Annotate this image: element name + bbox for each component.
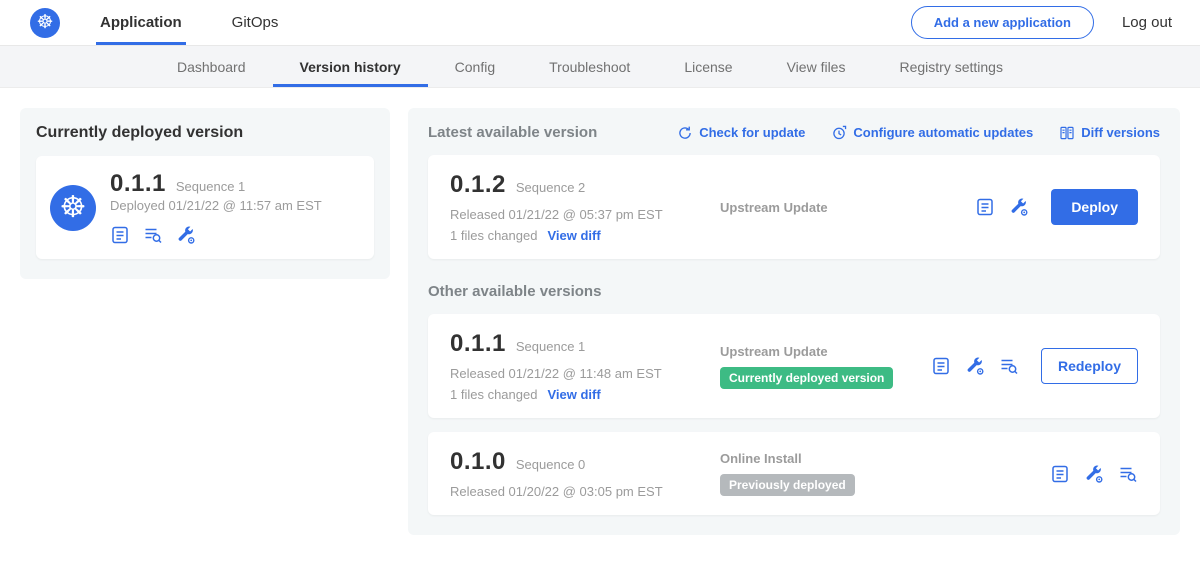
edit-config-icon[interactable] bbox=[965, 356, 985, 376]
version-source: Upstream Update Currently deployed versi… bbox=[712, 344, 931, 389]
other-versions-title: Other available versions bbox=[428, 283, 1160, 300]
version-sequence: Sequence 1 bbox=[516, 339, 585, 354]
released-timestamp: Released 01/21/22 @ 11:48 am EST bbox=[450, 366, 712, 381]
released-timestamp: Released 01/21/22 @ 05:37 pm EST bbox=[450, 207, 712, 222]
deploy-button[interactable]: Deploy bbox=[1051, 189, 1138, 225]
app-logo-icon: ☸ bbox=[50, 185, 96, 231]
subnav-item-config[interactable]: Config bbox=[428, 46, 522, 87]
configure-auto-updates-link[interactable]: Configure automatic updates bbox=[831, 125, 1033, 141]
check-for-update-label: Check for update bbox=[699, 125, 805, 140]
topbar-spacer bbox=[324, 0, 910, 45]
available-header: Latest available version Check for updat… bbox=[428, 124, 1160, 141]
diff-icon bbox=[1059, 125, 1075, 141]
main-content: Currently deployed version ☸ 0.1.1 Seque… bbox=[0, 88, 1200, 555]
version-number: 0.1.2 bbox=[450, 171, 506, 199]
deploy-logs-icon[interactable] bbox=[999, 356, 1019, 376]
version-info: 0.1.1 Sequence 1 Released 01/21/22 @ 11:… bbox=[450, 330, 712, 402]
subnav-item-troubleshoot[interactable]: Troubleshoot bbox=[522, 46, 657, 87]
version-sequence: Sequence 0 bbox=[516, 457, 585, 472]
deployed-version-card: ☸ 0.1.1 Sequence 1 Deployed 01/21/22 @ 1… bbox=[36, 156, 374, 259]
redeploy-button[interactable]: Redeploy bbox=[1041, 348, 1138, 384]
version-actions: Redeploy bbox=[931, 348, 1138, 384]
subnav-item-registry-settings[interactable]: Registry settings bbox=[872, 46, 1029, 87]
version-row-0-1-1: 0.1.1 Sequence 1 Released 01/21/22 @ 11:… bbox=[428, 314, 1160, 418]
logout-button[interactable]: Log out bbox=[1122, 14, 1172, 31]
release-notes-icon[interactable] bbox=[1050, 464, 1070, 484]
deployed-timestamp: Deployed 01/21/22 @ 11:57 am EST bbox=[110, 198, 322, 213]
available-header-actions: Check for update Configure automatic upd… bbox=[677, 125, 1160, 141]
version-info: 0.1.0 Sequence 0 Released 01/20/22 @ 03:… bbox=[450, 448, 712, 499]
deployed-actions bbox=[110, 225, 322, 245]
subnav-item-license[interactable]: License bbox=[657, 46, 759, 87]
version-actions bbox=[1050, 464, 1138, 484]
add-application-button[interactable]: Add a new application bbox=[911, 6, 1094, 39]
tab-gitops[interactable]: GitOps bbox=[228, 0, 283, 45]
files-changed: 1 files changed bbox=[450, 228, 537, 243]
version-sequence: Sequence 2 bbox=[516, 180, 585, 195]
version-source: Upstream Update bbox=[712, 200, 975, 215]
version-info: 0.1.2 Sequence 2 Released 01/21/22 @ 05:… bbox=[450, 171, 712, 243]
subnav-item-view-files[interactable]: View files bbox=[760, 46, 873, 87]
subnav-label: View files bbox=[787, 59, 846, 75]
source-label: Upstream Update bbox=[720, 344, 931, 359]
view-diff-link[interactable]: View diff bbox=[547, 387, 600, 402]
subnav-label: Registry settings bbox=[899, 59, 1002, 75]
subnav-label: Troubleshoot bbox=[549, 59, 630, 75]
app-sub-nav: Dashboard Version history Config Trouble… bbox=[0, 46, 1200, 88]
currently-deployed-title: Currently deployed version bbox=[36, 124, 374, 142]
available-versions-panel: Latest available version Check for updat… bbox=[408, 108, 1180, 535]
diff-versions-link[interactable]: Diff versions bbox=[1059, 125, 1160, 141]
files-changed: 1 files changed bbox=[450, 387, 537, 402]
subnav-label: Version history bbox=[300, 59, 401, 75]
release-notes-icon[interactable] bbox=[975, 197, 995, 217]
version-actions: Deploy bbox=[975, 189, 1138, 225]
auto-update-clock-icon bbox=[831, 125, 847, 141]
edit-config-icon[interactable] bbox=[1009, 197, 1029, 217]
version-number: 0.1.1 bbox=[450, 330, 506, 358]
currently-deployed-badge: Currently deployed version bbox=[720, 367, 893, 389]
subnav-item-version-history[interactable]: Version history bbox=[273, 46, 428, 87]
released-timestamp: Released 01/20/22 @ 03:05 pm EST bbox=[450, 484, 712, 499]
version-number: 0.1.0 bbox=[450, 448, 506, 476]
top-nav-bar: ☸ Application GitOps Add a new applicati… bbox=[0, 0, 1200, 46]
edit-config-icon[interactable] bbox=[1084, 464, 1104, 484]
version-source: Online Install Previously deployed bbox=[712, 451, 1050, 496]
tab-application[interactable]: Application bbox=[96, 0, 186, 45]
subnav-item-dashboard[interactable]: Dashboard bbox=[150, 46, 273, 87]
currently-deployed-panel: Currently deployed version ☸ 0.1.1 Seque… bbox=[20, 108, 390, 279]
configure-auto-updates-label: Configure automatic updates bbox=[853, 125, 1033, 140]
diff-versions-label: Diff versions bbox=[1081, 125, 1160, 140]
deploy-logs-icon[interactable] bbox=[1118, 464, 1138, 484]
view-diff-link[interactable]: View diff bbox=[547, 228, 600, 243]
kubernetes-logo-icon: ☸ bbox=[30, 8, 60, 38]
release-notes-icon[interactable] bbox=[931, 356, 951, 376]
subnav-label: Dashboard bbox=[177, 59, 246, 75]
previously-deployed-badge: Previously deployed bbox=[720, 474, 855, 496]
version-row-0-1-2: 0.1.2 Sequence 2 Released 01/21/22 @ 05:… bbox=[428, 155, 1160, 259]
deploy-logs-icon[interactable] bbox=[143, 225, 163, 245]
latest-available-title: Latest available version bbox=[428, 124, 597, 141]
deployed-version-info: 0.1.1 Sequence 1 Deployed 01/21/22 @ 11:… bbox=[110, 170, 322, 245]
edit-config-icon[interactable] bbox=[176, 225, 196, 245]
source-label: Upstream Update bbox=[720, 200, 975, 215]
deployed-sequence: Sequence 1 bbox=[176, 179, 245, 194]
source-label: Online Install bbox=[720, 451, 1050, 466]
version-row-0-1-0: 0.1.0 Sequence 0 Released 01/20/22 @ 03:… bbox=[428, 432, 1160, 515]
release-notes-icon[interactable] bbox=[110, 225, 130, 245]
tab-gitops-label: GitOps bbox=[232, 14, 279, 31]
subnav-label: License bbox=[684, 59, 732, 75]
check-for-update-link[interactable]: Check for update bbox=[677, 125, 805, 141]
subnav-label: Config bbox=[455, 59, 495, 75]
refresh-icon bbox=[677, 125, 693, 141]
deployed-version-number: 0.1.1 bbox=[110, 170, 166, 198]
tab-application-label: Application bbox=[100, 14, 182, 31]
